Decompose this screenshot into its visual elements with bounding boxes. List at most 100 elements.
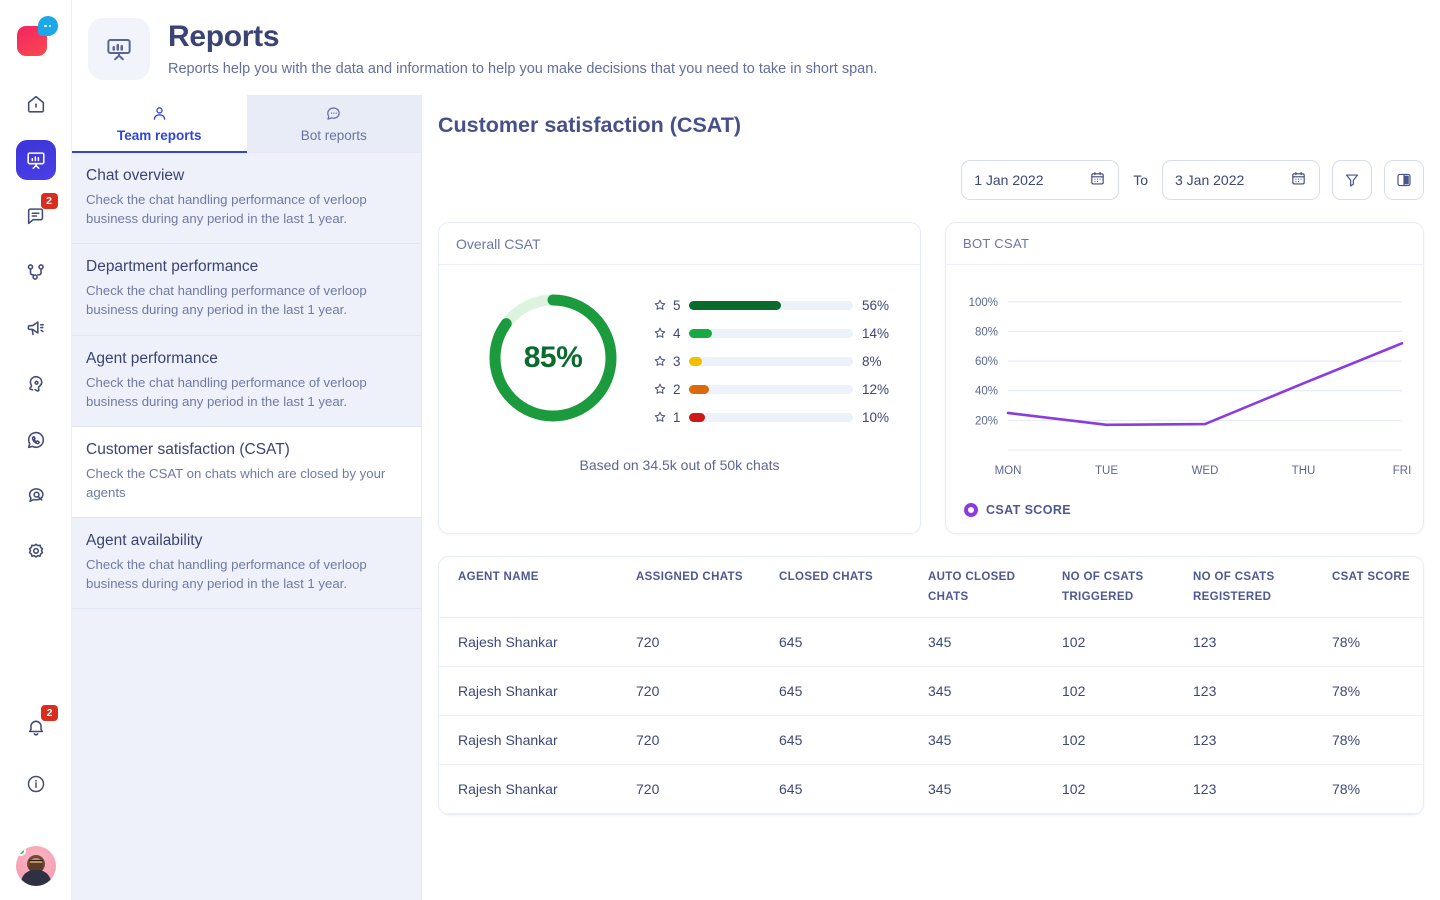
- cell-closed: 645: [779, 617, 928, 667]
- csat-donut-wrap: 85%: [453, 285, 653, 431]
- logo-chat-bubble: [37, 16, 58, 36]
- automation-icon[interactable]: [16, 364, 56, 404]
- col-assigned-chats[interactable]: ASSIGNED CHATS: [636, 557, 779, 618]
- list-item-desc: Check the chat handling performance of v…: [86, 283, 367, 318]
- user-icon: [151, 105, 168, 125]
- bot-csat-card: BOT CSAT 20% 40% 60% 80% 100% MON TUE WED THU FRI…: [945, 222, 1424, 534]
- rating-track: [689, 328, 853, 338]
- date-from-input[interactable]: 1 Jan 2022: [961, 160, 1120, 200]
- cell-registered: 123: [1193, 617, 1332, 667]
- cell-registered: 123: [1193, 764, 1332, 814]
- rating-row-5: 5 56%: [653, 291, 896, 319]
- svg-text:TUE: TUE: [1095, 465, 1118, 477]
- col-closed-chats[interactable]: CLOSED CHATS: [779, 557, 928, 618]
- svg-text:FRI: FRI: [1393, 465, 1412, 477]
- list-item-title: Customer satisfaction (CSAT): [86, 440, 290, 458]
- avatar[interactable]: [16, 846, 56, 886]
- notifications-bell-icon[interactable]: 2: [16, 705, 58, 748]
- rating-fill: [689, 300, 781, 310]
- cell-triggered: 102: [1062, 666, 1193, 716]
- rating-percent: 14%: [862, 325, 890, 341]
- cell-triggered: 102: [1062, 617, 1193, 667]
- col-csat-score[interactable]: CSAT SCORE: [1332, 557, 1423, 618]
- report-controls: 1 Jan 2022 To 3 Jan 2022: [438, 160, 1424, 200]
- rating-label: 3: [673, 353, 681, 369]
- table-body: Rajesh Shankar 720 645 345 102 123 78% R…: [439, 617, 1423, 814]
- filter-funnel-icon[interactable]: [1332, 160, 1372, 200]
- presentation-chart-icon: [88, 18, 150, 80]
- tab-team-reports[interactable]: Team reports: [72, 95, 247, 153]
- info-icon[interactable]: [16, 764, 56, 804]
- bot-csat-card-title: BOT CSAT: [946, 223, 1423, 265]
- cell-agent-name: Rajesh Shankar: [439, 617, 636, 667]
- rating-row-4: 4 14%: [653, 319, 896, 347]
- main-content: Customer satisfaction (CSAT) 1 Jan 2022 …: [422, 95, 1440, 900]
- rating-track: [689, 384, 853, 394]
- settings-icon[interactable]: [16, 532, 56, 572]
- cell-auto-closed: 345: [928, 617, 1062, 667]
- col-auto-closed-chats[interactable]: AUTO CLOSED CHATS: [928, 557, 1062, 618]
- columns-layout-icon[interactable]: [1384, 160, 1424, 200]
- rating-percent: 12%: [862, 381, 890, 397]
- list-item-agent-performance[interactable]: Agent performance Check the chat handlin…: [72, 336, 421, 427]
- flow-builder-icon[interactable]: [16, 252, 56, 292]
- reports-icon[interactable]: [15, 140, 56, 180]
- col-csats-registered[interactable]: NO OF CSATS REGISTERED: [1193, 557, 1332, 618]
- cell-triggered: 102: [1062, 715, 1193, 765]
- verloop-logo[interactable]: [14, 14, 58, 58]
- list-item-department-performance[interactable]: Department performance Check the chat ha…: [72, 244, 421, 336]
- col-csats-triggered[interactable]: NO OF CSATS TRIGGERED: [1062, 557, 1193, 618]
- cell-agent-name: Rajesh Shankar: [439, 666, 636, 716]
- col-agent-name[interactable]: AGENT NAME: [439, 557, 636, 618]
- conversations-icon[interactable]: 2: [16, 193, 58, 236]
- rating-percent: 56%: [862, 297, 890, 313]
- list-item-desc: Check the chat handling performance of v…: [86, 374, 367, 409]
- date-to-input[interactable]: 3 Jan 2022: [1162, 160, 1320, 200]
- list-item-title: Chat overview: [86, 167, 185, 184]
- table-row[interactable]: Rajesh Shankar 720 645 345 102 123 78%: [439, 715, 1423, 765]
- page-subtitle: Reports help you with the data and infor…: [168, 61, 878, 77]
- list-item-customer-satisfaction[interactable]: Customer satisfaction (CSAT) Check the C…: [72, 426, 421, 519]
- legend-marker: [964, 503, 978, 517]
- chart-legend: CSAT SCORE: [946, 499, 1423, 533]
- whatsapp-icon[interactable]: [16, 420, 56, 460]
- table-row[interactable]: Rajesh Shankar 720 645 345 102 123 78%: [439, 617, 1423, 667]
- rating-fill: [689, 328, 712, 338]
- svg-text:20%: 20%: [975, 415, 998, 427]
- svg-text:THU: THU: [1292, 465, 1316, 477]
- list-item-chat-overview[interactable]: Chat overview Check the chat handling pe…: [72, 153, 421, 245]
- cell-registered: 123: [1193, 666, 1332, 716]
- tab-bot-reports[interactable]: Bot reports: [246, 95, 421, 153]
- cell-score: 78%: [1332, 715, 1423, 765]
- rating-track: [689, 412, 853, 422]
- page-container: Reports Reports help you with the data a…: [72, 0, 1440, 900]
- csat-donut-chart: 85%: [483, 288, 623, 428]
- rating-track: [689, 300, 853, 310]
- date-from-value: 1 Jan 2022: [974, 172, 1044, 188]
- reports-list-panel: Team reports Bot reports Chat overview C…: [72, 95, 422, 900]
- rating-fill: [689, 412, 706, 422]
- cell-assigned: 720: [636, 715, 779, 765]
- rail-bottom-group: 2: [0, 705, 72, 900]
- rating-fill: [689, 356, 703, 366]
- campaign-icon[interactable]: [16, 308, 56, 348]
- svg-text:40%: 40%: [975, 386, 998, 398]
- svg-text:100%: 100%: [969, 297, 998, 309]
- cell-triggered: 102: [1062, 764, 1193, 814]
- search-chat-icon[interactable]: [16, 476, 56, 516]
- date-range-separator: To: [1133, 172, 1148, 188]
- list-item-agent-availability[interactable]: Agent availability Check the chat handli…: [72, 518, 421, 610]
- cell-assigned: 720: [636, 764, 779, 814]
- home-icon[interactable]: [16, 84, 56, 124]
- calendar-icon: [1290, 170, 1307, 190]
- star-icon: [653, 382, 667, 396]
- table-row[interactable]: Rajesh Shankar 720 645 345 102 123 78%: [439, 764, 1423, 814]
- table-row[interactable]: Rajesh Shankar 720 645 345 102 123 78%: [439, 666, 1423, 716]
- svg-text:WED: WED: [1192, 465, 1219, 477]
- star-icon: [653, 326, 667, 340]
- legend-label: CSAT SCORE: [986, 503, 1072, 517]
- list-item-desc: Check the chat handling performance of v…: [86, 192, 367, 227]
- rating-label: 1: [673, 409, 681, 425]
- bot-csat-line-chart: 20% 40% 60% 80% 100% MON TUE WED THU FRI: [946, 265, 1423, 499]
- star-icon: [653, 410, 667, 424]
